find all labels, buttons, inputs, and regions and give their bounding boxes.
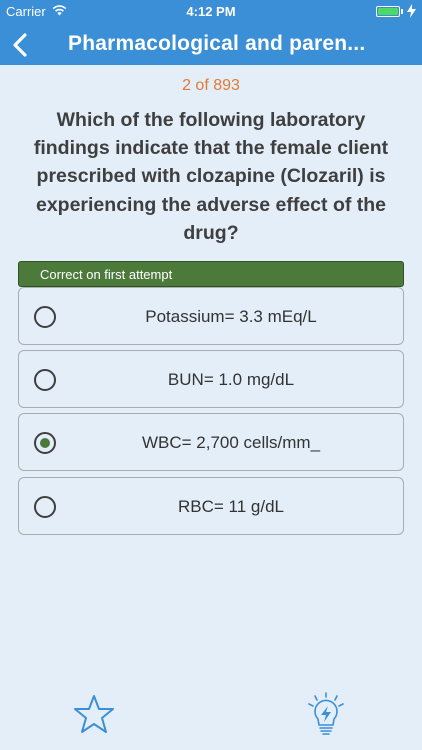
- star-icon[interactable]: [73, 694, 115, 734]
- answer-option-label: RBC= 11 g/dL: [177, 497, 284, 516]
- radio-button[interactable]: [34, 369, 56, 391]
- navigation-header: Carrier 4:12 PM Pharmacological and pare…: [0, 0, 422, 65]
- answer-option-label: BUN= 1.0 mg/dL: [167, 370, 295, 389]
- radio-selected-dot: [40, 438, 50, 448]
- radio-button-selected[interactable]: [34, 432, 56, 454]
- question-text: Which of the following laboratory findin…: [33, 109, 389, 244]
- charging-icon: [407, 4, 416, 18]
- radio-button[interactable]: [34, 496, 56, 518]
- page-title: Pharmacological and paren...: [68, 32, 366, 55]
- back-button[interactable]: [10, 30, 32, 60]
- status-bar: Carrier 4:12 PM: [0, 0, 422, 22]
- feedback-banner: Correct on first attempt: [18, 261, 404, 287]
- question-progress: 2 of 893: [182, 77, 240, 94]
- answer-option[interactable]: BUN= 1.0 mg/dL: [18, 350, 404, 408]
- lightbulb-icon[interactable]: [307, 692, 345, 736]
- answer-option[interactable]: Potassium= 3.3 mEq/L: [18, 287, 404, 345]
- radio-button[interactable]: [34, 306, 56, 328]
- battery-icon: [376, 6, 400, 17]
- status-time: 4:12 PM: [186, 4, 236, 19]
- feedback-label: Correct on first attempt: [40, 267, 173, 282]
- answer-option[interactable]: RBC= 11 g/dL: [18, 477, 404, 535]
- answer-option-selected[interactable]: WBC= 2,700 cells/mm_: [18, 413, 404, 471]
- answer-option-label: WBC= 2,700 cells/mm_: [141, 433, 321, 452]
- answer-option-label: Potassium= 3.3 mEq/L: [145, 307, 317, 326]
